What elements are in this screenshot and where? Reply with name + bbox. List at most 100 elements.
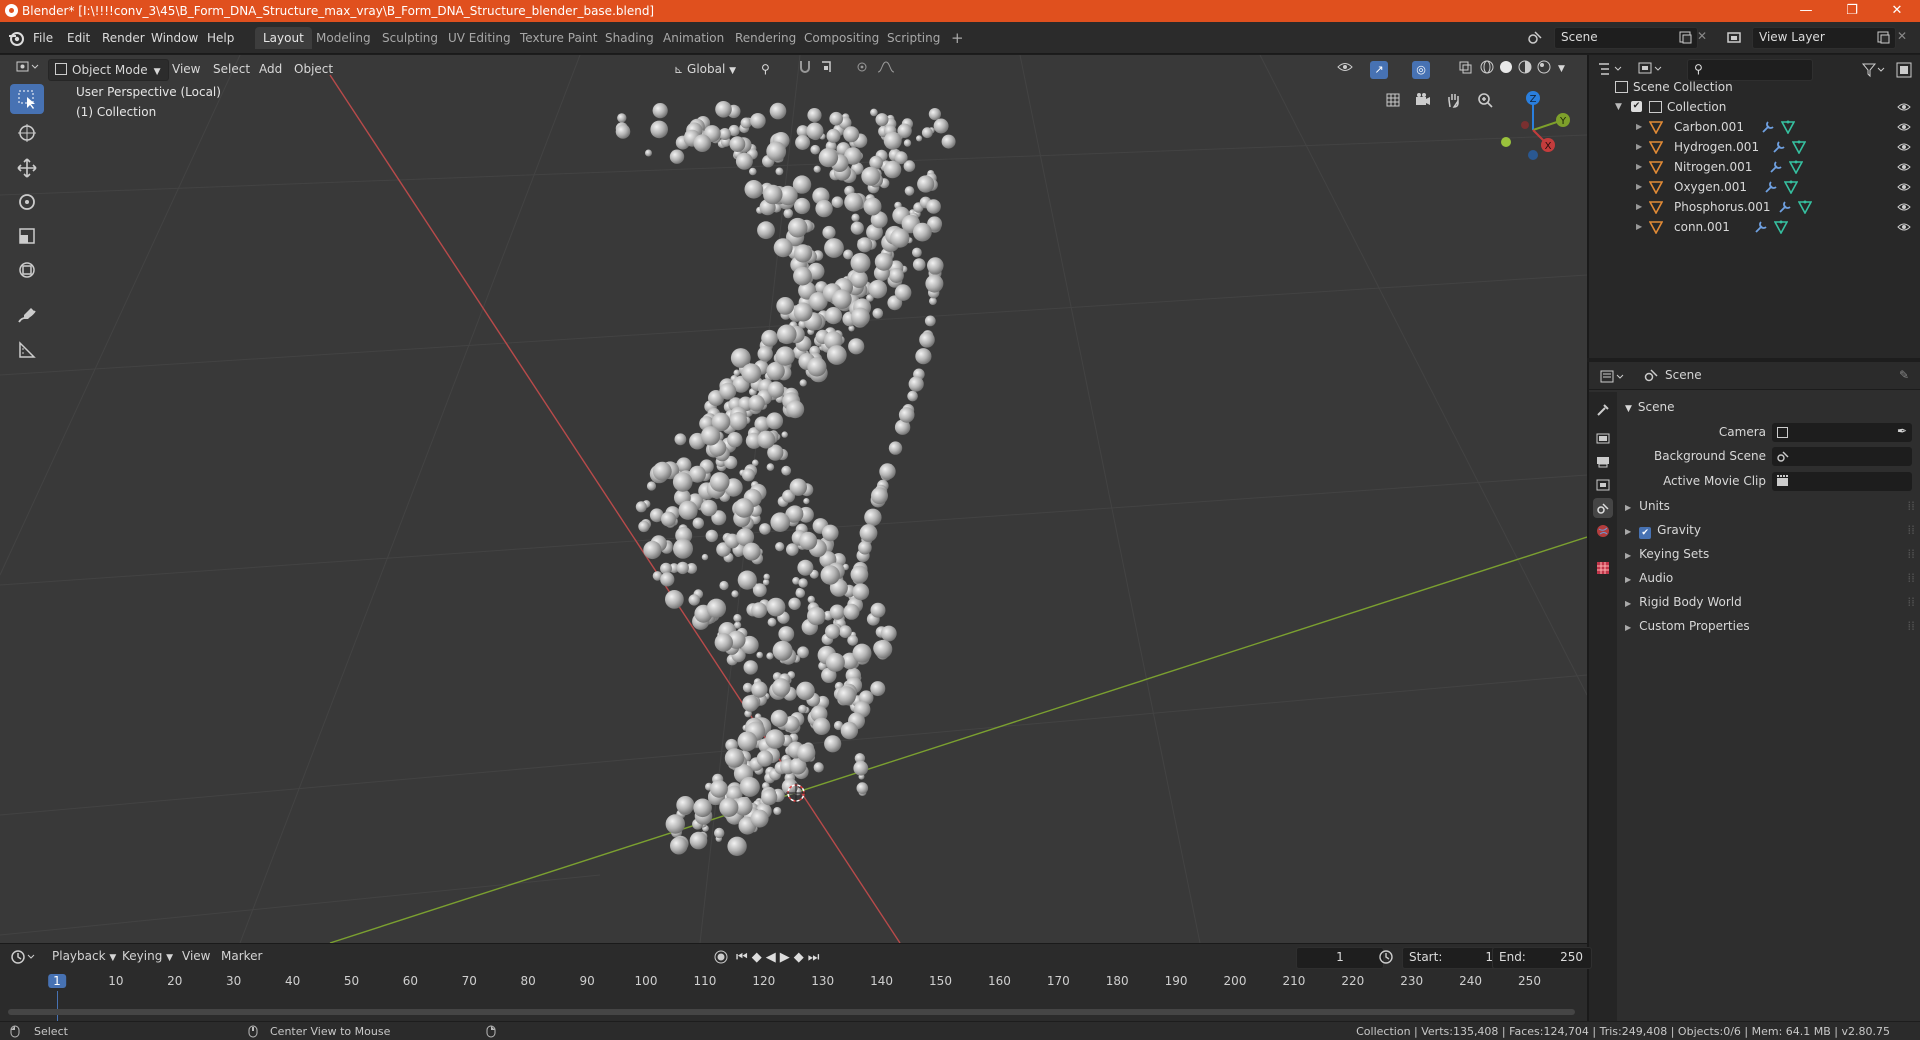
expand-arrow-icon[interactable]: ▶ xyxy=(1636,177,1642,197)
next-keyframe-icon[interactable]: ◆ xyxy=(794,950,804,965)
pin-icon[interactable]: ✎ xyxy=(1899,368,1909,382)
overlays-icon[interactable]: ◎ xyxy=(1406,59,1454,79)
eye-icon[interactable] xyxy=(1897,137,1911,157)
mesh-data-icon[interactable] xyxy=(1784,180,1798,194)
modifier-wrench-icon[interactable] xyxy=(1769,160,1783,174)
expand-arrow-icon[interactable]: ▶ xyxy=(1636,117,1642,137)
toggle-grid-icon[interactable] xyxy=(1380,87,1406,113)
select-box-tool-icon[interactable] xyxy=(10,84,44,114)
gravity-checkbox[interactable]: ✔ xyxy=(1639,527,1652,539)
texture-tab-icon[interactable] xyxy=(1593,558,1613,578)
shading-options-chevron-icon[interactable]: ▼ xyxy=(1552,59,1580,79)
outliner-item[interactable]: ▶ Hydrogen.001 xyxy=(1589,137,1920,157)
scene-collection-row[interactable]: Scene Collection xyxy=(1589,77,1920,97)
tab-rendering[interactable]: Rendering xyxy=(727,27,804,49)
dna-model[interactable] xyxy=(600,85,980,865)
tab-sculpting[interactable]: Sculpting xyxy=(374,27,446,49)
expand-arrow-icon[interactable]: ▶ xyxy=(1636,197,1642,217)
world-tab-icon[interactable] xyxy=(1593,521,1613,541)
annotate-tool-icon[interactable] xyxy=(10,301,44,331)
drag-handle-icon[interactable]: ⁞⁞ xyxy=(1907,523,1915,537)
menu-add[interactable]: Add xyxy=(253,59,288,79)
tab-animation[interactable]: Animation xyxy=(655,27,732,49)
current-frame-field[interactable]: 1 xyxy=(1296,947,1384,969)
eye-icon[interactable] xyxy=(1897,177,1911,197)
gizmo-toggle-icon[interactable]: ↗ xyxy=(1364,59,1412,79)
editor-type-icon[interactable] xyxy=(10,59,52,79)
move-tool-icon[interactable] xyxy=(10,153,44,183)
mesh-data-icon[interactable] xyxy=(1798,200,1812,214)
tool-tab-icon[interactable] xyxy=(1593,400,1613,420)
measure-tool-icon[interactable] xyxy=(10,335,44,365)
tab-modeling[interactable]: Modeling xyxy=(308,27,379,49)
expand-arrow-icon[interactable]: ▶ xyxy=(1636,157,1642,177)
drag-handle-icon[interactable]: ⁞⁞ xyxy=(1907,547,1915,561)
end-frame-field[interactable]: End: 250 xyxy=(1492,947,1592,969)
modifier-wrench-icon[interactable] xyxy=(1764,180,1778,194)
minimize-button[interactable]: — xyxy=(1783,0,1829,22)
mesh-data-icon[interactable] xyxy=(1781,120,1795,134)
expand-arrow-icon[interactable]: ▼ xyxy=(1615,97,1622,117)
transform-tool-icon[interactable] xyxy=(10,255,44,285)
eye-icon[interactable] xyxy=(1897,97,1911,117)
property-subsection[interactable]: ▶ Units ⁞⁞ xyxy=(1625,499,1915,513)
drag-handle-icon[interactable]: ⁞⁞ xyxy=(1907,595,1915,609)
properties-editor-type-icon[interactable] xyxy=(1599,368,1629,386)
property-subsection[interactable]: ▶ Custom Properties ⁞⁞ xyxy=(1625,619,1915,633)
scene-field[interactable]: Scene xyxy=(1554,27,1698,49)
tab-scripting[interactable]: Scripting xyxy=(879,27,948,49)
view-layer-field[interactable]: View Layer xyxy=(1752,27,1896,49)
display-mode-icon[interactable] xyxy=(1637,60,1667,78)
modifier-wrench-icon[interactable] xyxy=(1772,140,1786,154)
expand-arrow-icon[interactable]: ▶ xyxy=(1636,217,1642,237)
pan-view-icon[interactable] xyxy=(1441,87,1467,113)
background-scene-field[interactable] xyxy=(1772,447,1912,466)
view-layer-icon[interactable] xyxy=(1726,29,1744,47)
maximize-button[interactable]: ❐ xyxy=(1829,0,1875,22)
menu-render[interactable]: Render xyxy=(97,29,150,47)
collection-checkbox[interactable]: ✔ xyxy=(1631,101,1642,112)
scale-tool-icon[interactable] xyxy=(10,221,44,251)
3d-viewport[interactable]: Object Mode ▼ View Select Add Object ⊾ Gl… xyxy=(0,55,1587,943)
menu-edit[interactable]: Edit xyxy=(62,29,95,47)
timeline-view-menu[interactable]: View xyxy=(182,949,210,963)
property-subsection[interactable]: ▶ Audio ⁞⁞ xyxy=(1625,571,1915,585)
eye-icon[interactable] xyxy=(1897,197,1911,217)
eye-icon[interactable] xyxy=(1897,117,1911,137)
marker-menu[interactable]: Marker xyxy=(221,949,262,963)
tab-shading[interactable]: Shading xyxy=(597,27,662,49)
timeline-editor-type-icon[interactable] xyxy=(10,948,40,966)
tab-uv-editing[interactable]: UV Editing xyxy=(440,27,519,49)
outliner-item[interactable]: ▶ Phosphorus.001 xyxy=(1589,197,1920,217)
expand-arrow-icon[interactable]: ▶ xyxy=(1636,137,1642,157)
eye-icon[interactable] xyxy=(1897,157,1911,177)
new-view-layer-icon[interactable] xyxy=(1876,30,1890,44)
menu-help[interactable]: Help xyxy=(202,29,239,47)
outliner-item[interactable]: ▶ Nitrogen.001 xyxy=(1589,157,1920,177)
play-reverse-icon[interactable]: ◀ xyxy=(766,950,776,965)
drag-handle-icon[interactable]: ⁞⁞ xyxy=(1907,571,1915,585)
remove-scene-icon[interactable]: ✕ xyxy=(1697,29,1709,45)
mesh-data-icon[interactable] xyxy=(1789,160,1803,174)
prev-keyframe-icon[interactable]: ◆ xyxy=(752,950,762,965)
collection-row[interactable]: ▼ ✔ Collection xyxy=(1589,97,1920,117)
scene-panel-header[interactable]: ▼ Scene xyxy=(1625,400,1675,414)
new-scene-icon[interactable] xyxy=(1678,30,1692,44)
playback-menu[interactable]: Playback ▼ xyxy=(52,949,116,963)
modifier-wrench-icon[interactable] xyxy=(1754,220,1768,234)
blender-menu-icon[interactable] xyxy=(8,30,24,46)
playhead-line[interactable] xyxy=(57,991,58,1021)
start-frame-field[interactable]: Start: 1 xyxy=(1402,947,1502,969)
menu-window[interactable]: Window xyxy=(146,29,203,47)
drag-handle-icon[interactable]: ⁞⁞ xyxy=(1907,499,1915,513)
camera-field[interactable]: ✒ xyxy=(1772,423,1912,442)
add-workspace-button[interactable]: + xyxy=(943,27,972,49)
falloff-icon[interactable] xyxy=(870,59,912,79)
render-tab-icon[interactable] xyxy=(1593,428,1613,448)
outliner-item[interactable]: ▶ Carbon.001 xyxy=(1589,117,1920,137)
3d-cursor-icon[interactable] xyxy=(786,783,806,803)
jump-start-icon[interactable]: ⏮ xyxy=(736,950,748,965)
camera-view-icon[interactable] xyxy=(1410,87,1436,113)
scene-tab-icon[interactable] xyxy=(1593,498,1613,518)
eyedropper-icon[interactable]: ✒ xyxy=(1897,424,1907,438)
